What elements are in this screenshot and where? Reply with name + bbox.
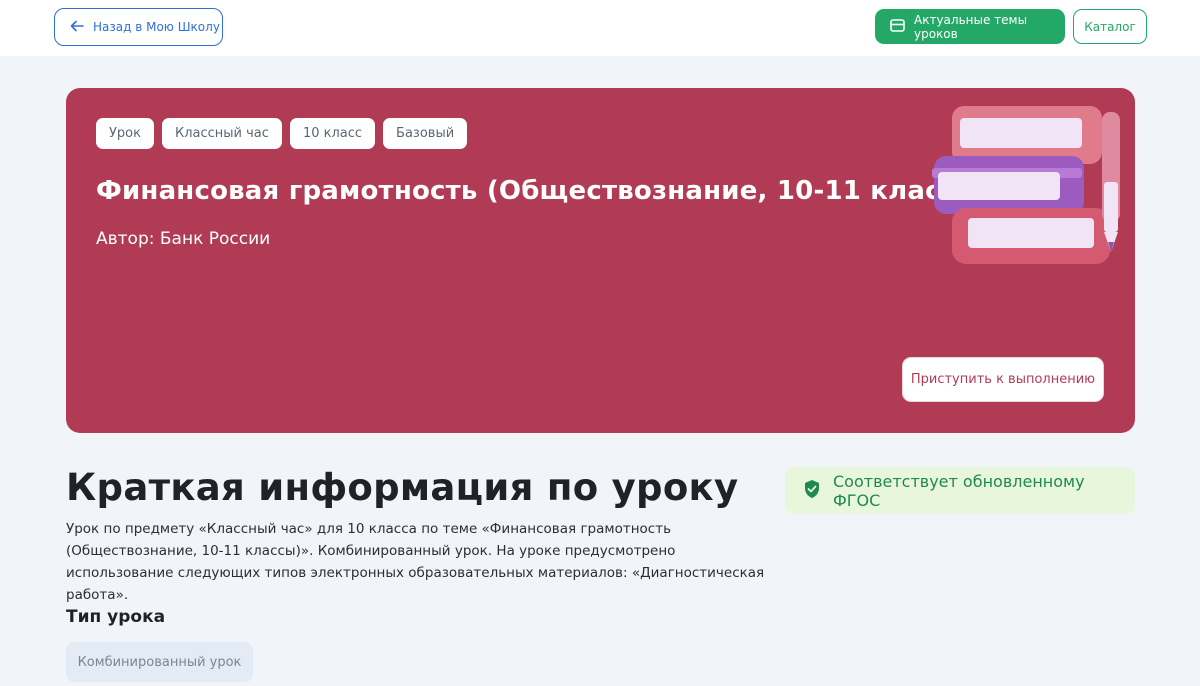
- lesson-type-heading: Тип урока: [66, 607, 166, 627]
- fgos-compliance-badge: Соответствует обновленному ФГОС: [785, 467, 1135, 514]
- current-topics-label: Актуальные темы уроков: [914, 12, 1028, 41]
- fgos-label: Соответствует обновленному ФГОС: [833, 471, 1085, 510]
- back-to-my-school-button[interactable]: Назад в Мою Школу: [54, 8, 223, 46]
- arrow-left-icon: [69, 18, 85, 37]
- lesson-author: Автор: Банк России: [96, 229, 271, 249]
- calendar-icon: [889, 17, 906, 37]
- lesson-hero-card: Урок Классный час 10 класс Базовый Финан…: [66, 88, 1135, 433]
- tag-grade: 10 класс: [289, 118, 376, 149]
- top-navigation-bar: Назад в Мою Школу Актуальные темы уроков…: [0, 0, 1200, 56]
- books-illustration: [928, 102, 1133, 267]
- lesson-tags: Урок Классный час 10 класс Базовый: [96, 118, 468, 149]
- back-button-label: Назад в Мою Школу: [93, 20, 220, 34]
- tag-lesson: Урок: [96, 118, 154, 149]
- lesson-description: Урок по предмету «Классный час» для 10 к…: [66, 521, 765, 603]
- current-topics-button[interactable]: Актуальные темы уроков: [875, 9, 1065, 44]
- tag-subject: Классный час: [161, 118, 282, 149]
- lesson-title: Финансовая грамотность (Обществознание, …: [96, 176, 993, 206]
- brief-info-heading: Краткая информация по уроку: [66, 466, 739, 509]
- start-lesson-button[interactable]: Приступить к выполнению: [902, 357, 1104, 402]
- shield-check-icon: [803, 479, 821, 503]
- lesson-type-chip: Комбинированный урок: [66, 642, 253, 682]
- catalog-button[interactable]: Каталог: [1073, 9, 1147, 44]
- tag-level: Базовый: [383, 118, 468, 149]
